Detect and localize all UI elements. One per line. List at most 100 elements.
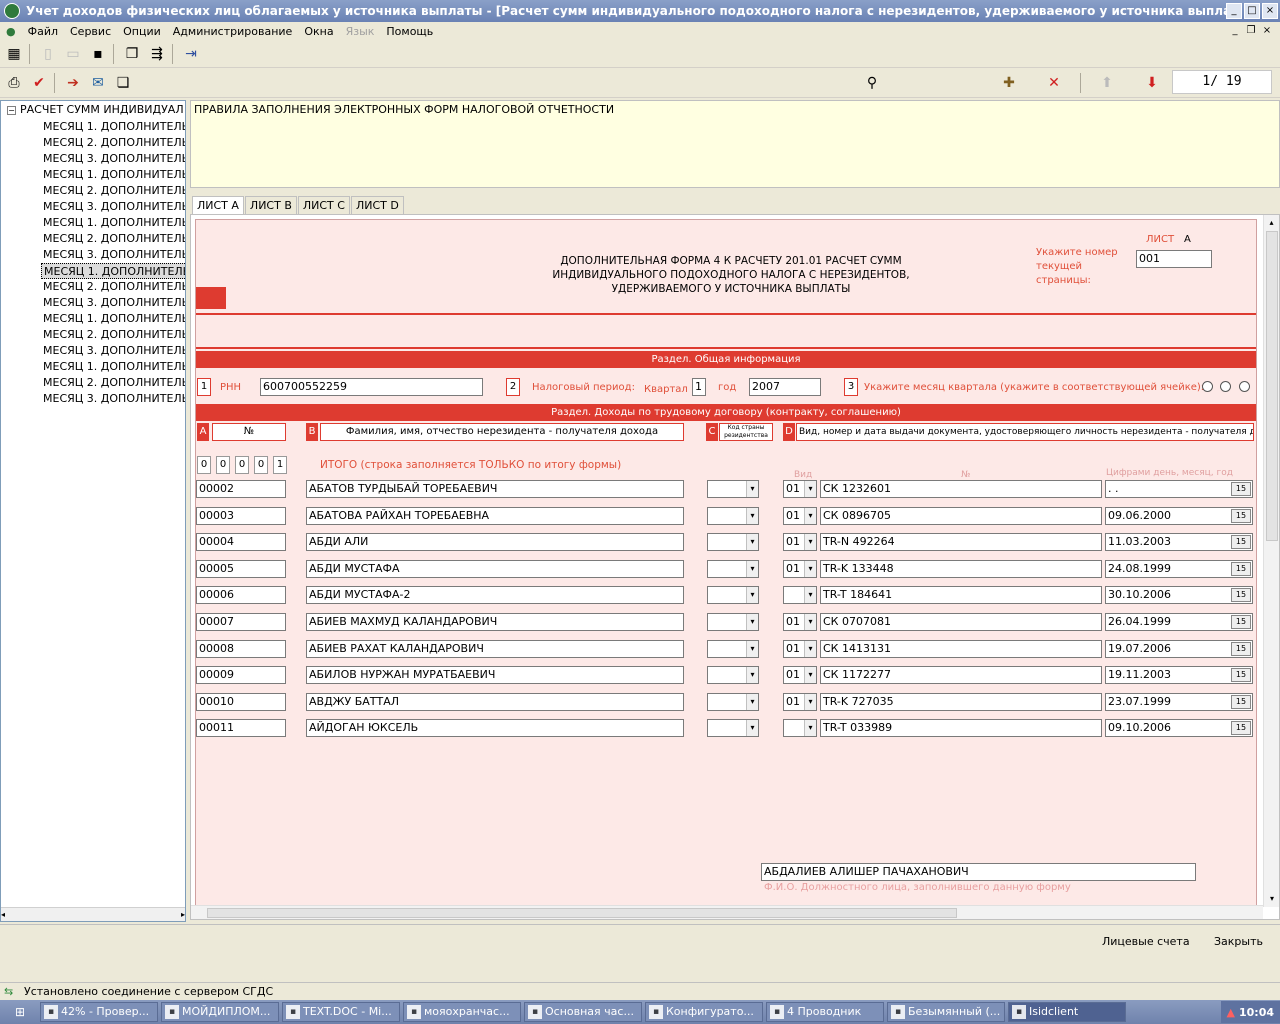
doc-number-input[interactable]: TR-T 184641 bbox=[820, 586, 1102, 605]
dropdown-arrow-icon[interactable]: ▾ bbox=[746, 693, 758, 710]
tree-item[interactable]: МЕСЯЦ 3. ДОПОЛНИТЕЛЬ bbox=[41, 151, 185, 167]
country-combo[interactable]: ▾ bbox=[707, 533, 759, 552]
row-number-input[interactable]: 00010 bbox=[196, 692, 286, 711]
officer-name-input[interactable]: АБДАЛИЕВ АЛИШЕР ПАЧАХАНОВИЧ bbox=[761, 863, 1196, 881]
taskbar-task[interactable]: ▪ Основная час... bbox=[524, 1002, 642, 1022]
taskbar-task[interactable]: ▪ Конфигурато... bbox=[645, 1002, 763, 1022]
year-input[interactable]: 2007 bbox=[749, 378, 821, 396]
row-name-input[interactable]: АБДИ МУСТАФА bbox=[306, 559, 684, 578]
doc-date-input[interactable]: 09.06.2000 15 bbox=[1105, 506, 1253, 525]
doc-date-input[interactable]: 24.08.1999 15 bbox=[1105, 559, 1253, 578]
mdi-restore-button[interactable]: ❐ bbox=[1244, 25, 1258, 37]
country-combo[interactable]: ▾ bbox=[707, 639, 759, 658]
minimize-button[interactable]: _ bbox=[1226, 3, 1242, 19]
taskbar-task[interactable]: ▪ Isidclient bbox=[1008, 1002, 1126, 1022]
tree-root[interactable]: − РАСЧЕТ СУММ ИНДИВИДУАЛ bbox=[7, 103, 184, 116]
doc-date-input[interactable]: 11.03.2003 15 bbox=[1105, 533, 1253, 552]
dropdown-arrow-icon[interactable]: ▾ bbox=[746, 507, 758, 524]
row-number-input[interactable]: 00003 bbox=[196, 506, 286, 525]
dropdown-arrow-icon[interactable]: ▾ bbox=[804, 720, 816, 737]
dropdown-arrow-icon[interactable]: ▾ bbox=[746, 534, 758, 551]
dropdown-arrow-icon[interactable]: ▾ bbox=[804, 534, 816, 551]
doc-number-input[interactable]: СК 0896705 bbox=[820, 506, 1102, 525]
row-name-input[interactable]: АБДИ АЛИ bbox=[306, 533, 684, 552]
tree-item[interactable]: МЕСЯЦ 2. ДОПОЛНИТЕЛЬ bbox=[41, 135, 185, 151]
calendar-icon[interactable]: 15 bbox=[1231, 508, 1251, 523]
doc-kind-combo[interactable]: ▾ bbox=[783, 719, 817, 738]
row-name-input[interactable]: АБИЕВ МАХМУД КАЛАНДАРОВИЧ bbox=[306, 613, 684, 631]
calendar-icon[interactable]: 15 bbox=[1231, 535, 1251, 550]
taskbar-task[interactable]: ▪ TEXT.DOC - Mi... bbox=[282, 1002, 400, 1022]
quarter-input[interactable]: 1 bbox=[692, 378, 706, 396]
dropdown-arrow-icon[interactable]: ▾ bbox=[804, 481, 816, 497]
documents-icon[interactable]: ❏ bbox=[112, 72, 134, 94]
tree-item[interactable]: МЕСЯЦ 1. ДОПОЛНИТЕЛЬ bbox=[41, 215, 185, 231]
row-number-input[interactable]: 00009 bbox=[196, 666, 286, 685]
accounts-button[interactable]: Лицевые счета bbox=[1102, 935, 1190, 948]
total-digit[interactable]: 0 bbox=[254, 456, 268, 474]
total-digit[interactable]: 0 bbox=[235, 456, 249, 474]
row-number-input[interactable]: 00005 bbox=[196, 559, 286, 578]
menu-service[interactable]: Сервис bbox=[64, 25, 117, 38]
scroll-right-icon[interactable]: ▸ bbox=[181, 910, 185, 919]
doc-number-input[interactable]: TR-K 727035 bbox=[820, 692, 1102, 711]
dropdown-arrow-icon[interactable]: ▾ bbox=[746, 667, 758, 684]
doc-date-input[interactable]: 19.11.2003 15 bbox=[1105, 666, 1253, 685]
open-folder-icon[interactable]: ▭ bbox=[62, 43, 84, 65]
tree-item[interactable]: МЕСЯЦ 3. ДОПОЛНИТЕЛЬ bbox=[41, 199, 185, 215]
taskbar-task[interactable]: ▪ мояохранчас... bbox=[403, 1002, 521, 1022]
calendar-icon[interactable]: 15 bbox=[1231, 482, 1251, 496]
month-radio-3[interactable] bbox=[1239, 381, 1250, 392]
total-digit[interactable]: 0 bbox=[197, 456, 211, 474]
menu-help[interactable]: Помощь bbox=[380, 25, 439, 38]
dropdown-arrow-icon[interactable]: ▾ bbox=[746, 720, 758, 737]
dropdown-arrow-icon[interactable]: ▾ bbox=[804, 560, 816, 577]
country-combo[interactable]: ▾ bbox=[707, 692, 759, 711]
tree-item[interactable]: МЕСЯЦ 1. ДОПОЛНИТЕЛЬ bbox=[41, 167, 185, 183]
scroll-left-icon[interactable]: ◂ bbox=[1, 910, 5, 919]
close-form-button[interactable]: Закрыть bbox=[1214, 935, 1263, 948]
calendar-icon[interactable]: 15 bbox=[1231, 615, 1251, 629]
dropdown-arrow-icon[interactable]: ▾ bbox=[746, 587, 758, 604]
total-digit[interactable]: 1 bbox=[273, 456, 287, 474]
dropdown-arrow-icon[interactable]: ▾ bbox=[804, 507, 816, 524]
row-name-input[interactable]: АВДЖУ БАТТАЛ bbox=[306, 692, 684, 711]
arrow-down-icon[interactable]: ⬇ bbox=[1141, 72, 1163, 94]
add-icon[interactable]: ✚ bbox=[998, 72, 1020, 94]
tab-sheet-b[interactable]: ЛИСТ В bbox=[244, 196, 297, 214]
taskbar-task[interactable]: ▪ 4 Проводник bbox=[766, 1002, 884, 1022]
doc-date-input[interactable]: 30.10.2006 15 bbox=[1105, 586, 1253, 605]
check-icon[interactable]: ✔ bbox=[28, 72, 50, 94]
dropdown-arrow-icon[interactable]: ▾ bbox=[804, 640, 816, 657]
row-number-input[interactable]: 00007 bbox=[196, 613, 286, 631]
doc-date-input[interactable]: 09.10.2006 15 bbox=[1105, 719, 1253, 738]
dropdown-arrow-icon[interactable]: ▾ bbox=[804, 614, 816, 630]
menu-windows[interactable]: Окна bbox=[298, 25, 339, 38]
scroll-thumb[interactable] bbox=[1266, 231, 1278, 541]
tree-item[interactable]: МЕСЯЦ 2. ДОПОЛНИТЕЛЬ bbox=[41, 375, 185, 391]
row-number-input[interactable]: 00006 bbox=[196, 586, 286, 605]
mdi-close-button[interactable]: × bbox=[1260, 25, 1274, 37]
mail-icon[interactable]: ✉ bbox=[87, 72, 109, 94]
dropdown-arrow-icon[interactable]: ▾ bbox=[746, 481, 758, 497]
calendar-icon[interactable]: 15 bbox=[1231, 668, 1251, 683]
tree-item[interactable]: МЕСЯЦ 3. ДОПОЛНИТЕЛЬ bbox=[41, 295, 185, 311]
start-button[interactable]: ⊞ bbox=[0, 1001, 40, 1023]
tab-sheet-a[interactable]: ЛИСТ А bbox=[192, 196, 244, 214]
dropdown-arrow-icon[interactable]: ▾ bbox=[746, 560, 758, 577]
doc-kind-combo[interactable]: 01 ▾ bbox=[783, 692, 817, 711]
tree-hscrollbar[interactable]: ◂ ▸ bbox=[1, 907, 185, 921]
row-number-input[interactable]: 00011 bbox=[196, 719, 286, 738]
doc-number-input[interactable]: СК 0707081 bbox=[820, 613, 1102, 631]
row-number-input[interactable]: 00002 bbox=[196, 480, 286, 498]
doc-kind-combo[interactable]: ▾ bbox=[783, 586, 817, 605]
row-number-input[interactable]: 00004 bbox=[196, 533, 286, 552]
menu-admin[interactable]: Администрирование bbox=[167, 25, 299, 38]
tree-item[interactable]: МЕСЯЦ 1. ДОПОЛНИТЕЛЬ bbox=[41, 263, 185, 279]
page-number-input[interactable]: 001 bbox=[1136, 250, 1212, 268]
month-radio-2[interactable] bbox=[1220, 381, 1231, 392]
doc-number-input[interactable]: TR-T 033989 bbox=[820, 719, 1102, 738]
delete-icon[interactable]: ✕ bbox=[1043, 72, 1065, 94]
maximize-button[interactable]: □ bbox=[1244, 3, 1260, 19]
calendar-icon[interactable]: 15 bbox=[1231, 721, 1251, 736]
